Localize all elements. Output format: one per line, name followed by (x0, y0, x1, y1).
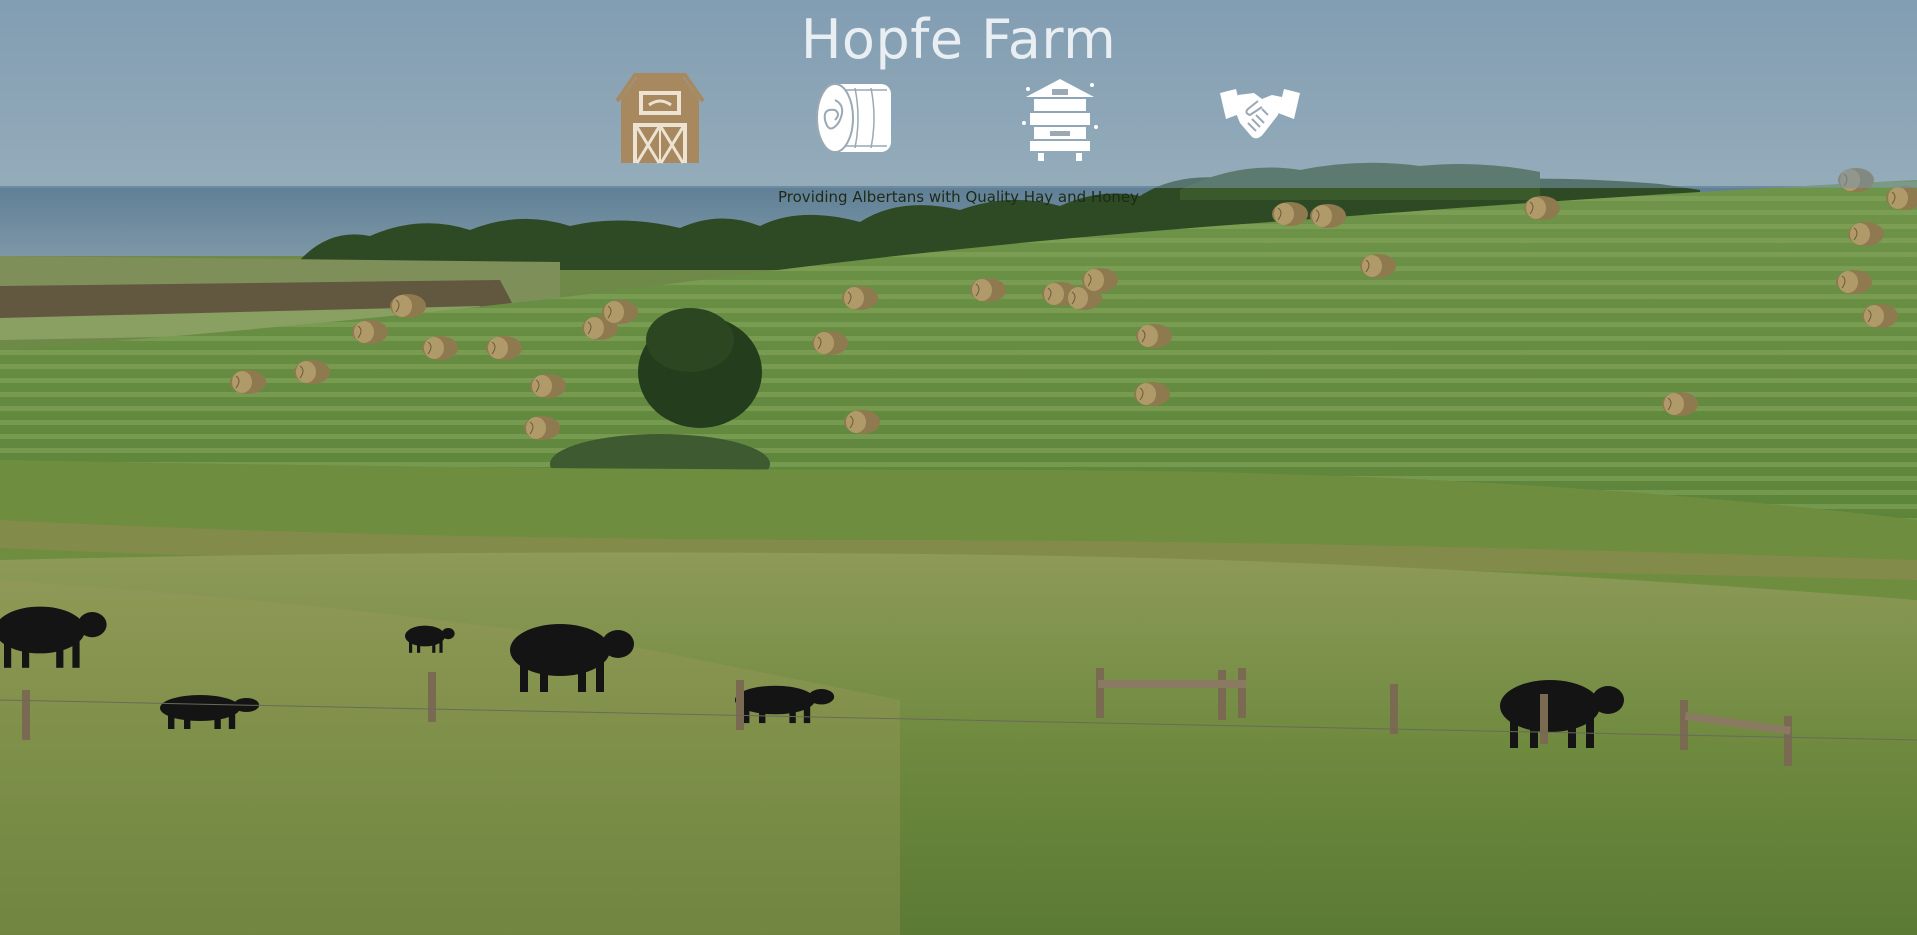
hay-bale-icon (816, 83, 891, 153)
handshake-icon (1220, 89, 1300, 139)
site-title[interactable]: Hopfe Farm (0, 8, 1917, 71)
nav-barn-link[interactable] (610, 68, 710, 168)
icon-nav (0, 68, 1917, 168)
beehive-icon (1022, 79, 1098, 161)
page: Hopfe Farm Providing Albertans with Qual… (0, 0, 1917, 935)
barn-icon (615, 73, 705, 164)
nav-hay-link[interactable] (810, 68, 910, 168)
tagline: Providing Albertans with Quality Hay and… (778, 188, 1139, 206)
header-band: Hopfe Farm (0, 0, 1917, 188)
nav-contact-link[interactable] (1210, 68, 1310, 168)
nav-honey-link[interactable] (1010, 68, 1110, 168)
